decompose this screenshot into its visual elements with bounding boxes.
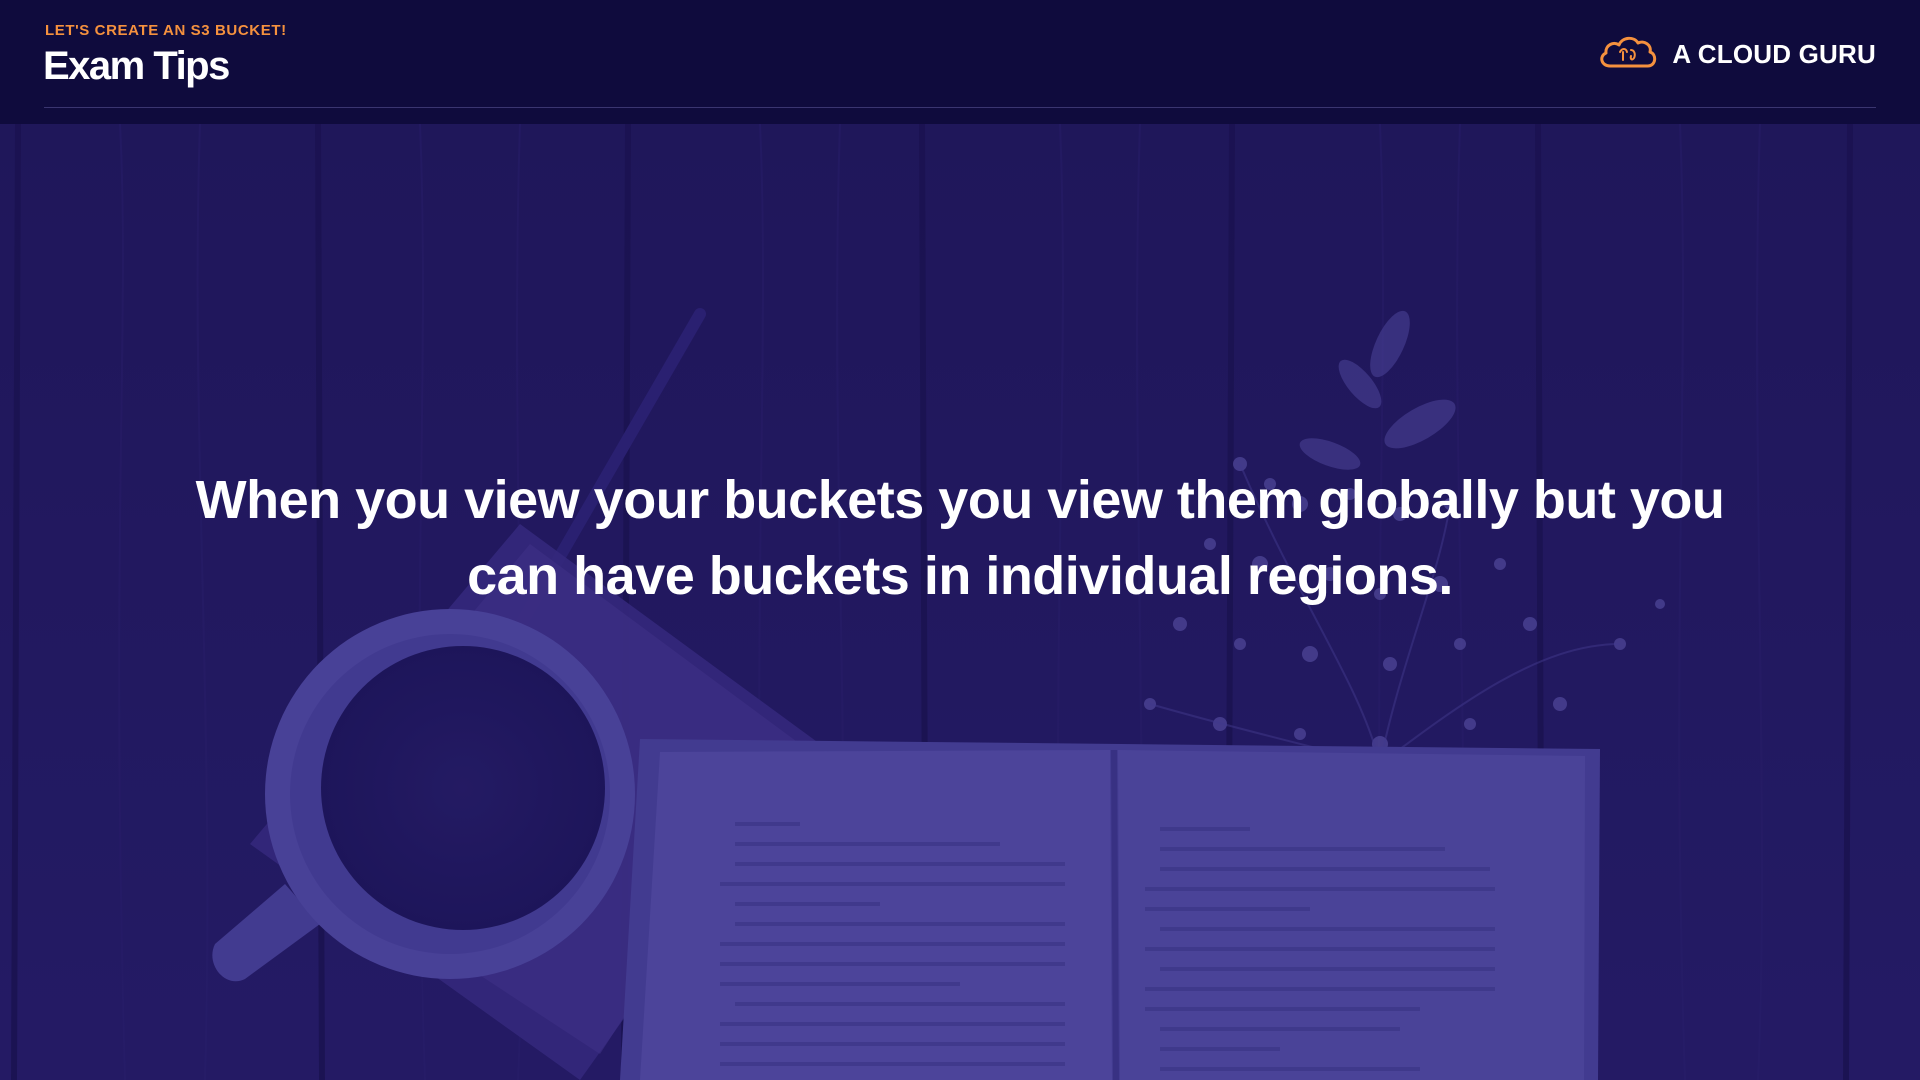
slide-header: LET'S CREATE AN S3 BUCKET! Exam Tips A C… xyxy=(0,0,1920,124)
brand-name: A CLOUD GURU xyxy=(1672,38,1876,69)
brand-logo: A CLOUD GURU xyxy=(1596,32,1876,76)
header-divider xyxy=(44,107,1876,108)
section-eyebrow: LET'S CREATE AN S3 BUCKET! xyxy=(45,22,287,39)
slide: LET'S CREATE AN S3 BUCKET! Exam Tips A C… xyxy=(0,0,1920,1080)
exam-tip-statement: When you view your buckets you view them… xyxy=(195,470,1725,606)
slide-title: Exam Tips xyxy=(43,44,230,88)
cloud-logo-icon xyxy=(1596,32,1660,77)
